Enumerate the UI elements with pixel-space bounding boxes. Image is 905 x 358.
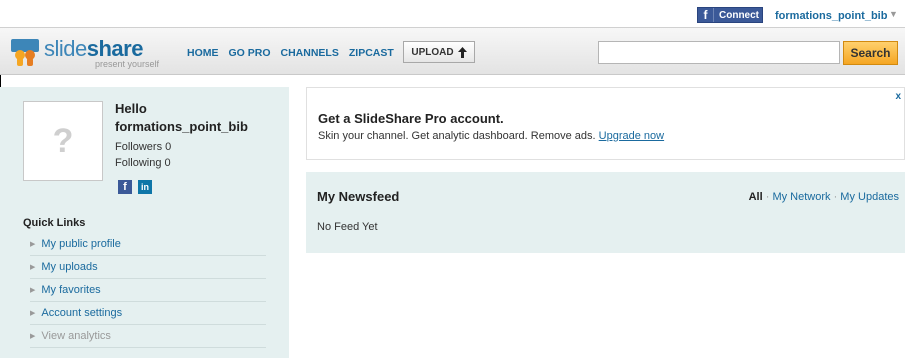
chevron-down-icon[interactable]: ▼ (889, 9, 898, 19)
linkedin-icon[interactable]: in (138, 180, 152, 194)
quick-link-account-settings[interactable]: ▶ Account settings (30, 302, 266, 325)
profile-username: formations_point_bib (115, 119, 248, 134)
search-input[interactable] (598, 41, 840, 64)
upgrade-now-link[interactable]: Upgrade now (599, 130, 664, 142)
quick-link-label: View analytics (41, 330, 111, 342)
slideshare-logo[interactable]: slideshare present yourself (10, 35, 176, 70)
quick-links-title: Quick Links (23, 217, 86, 229)
triangle-right-icon: ▶ (30, 310, 36, 317)
filter-my-updates[interactable]: My Updates (840, 191, 899, 203)
triangle-right-icon: ▶ (30, 264, 36, 271)
pro-promo-banner: x Get a SlideShare Pro account. Skin you… (306, 87, 905, 160)
facebook-icon[interactable]: f (118, 180, 132, 194)
upload-label: UPLOAD (411, 46, 454, 58)
quick-links-list: ▶ My public profile ▶ My uploads ▶ My favor… (30, 233, 266, 348)
filter-all[interactable]: All (749, 191, 763, 203)
upload-arrow-icon (457, 46, 467, 58)
quick-link-label: My favorites (41, 284, 101, 296)
triangle-right-icon: ▶ (30, 287, 36, 294)
upload-button[interactable]: UPLOAD (403, 41, 475, 63)
quick-link-public-profile[interactable]: ▶ My public profile (30, 233, 266, 256)
promo-description: Skin your channel. Get analytic dashboar… (318, 130, 664, 142)
newsfeed-panel: My Newsfeed All · My Network · My Update… (306, 172, 905, 253)
greeting: Hello (115, 101, 147, 116)
social-links: f in (118, 180, 152, 194)
quick-link-label: My uploads (41, 261, 98, 273)
newsfeed-title: My Newsfeed (317, 189, 400, 204)
promo-title: Get a SlideShare Pro account. (318, 111, 504, 126)
nav-channels[interactable]: CHANNELS (281, 47, 339, 59)
following-count[interactable]: Following 0 (115, 157, 171, 169)
triangle-right-icon: ▶ (30, 241, 36, 248)
slideshare-logo-icon (11, 39, 39, 66)
site-header: slideshare present yourself HOME GO PRO … (0, 27, 905, 75)
avatar[interactable]: ? (23, 101, 103, 181)
search-button[interactable]: Search (843, 41, 898, 65)
facebook-connect-button[interactable]: f Connect (697, 7, 763, 23)
quick-link-uploads[interactable]: ▶ My uploads (30, 256, 266, 279)
triangle-right-icon: ▶ (30, 333, 36, 340)
main-nav: HOME GO PRO CHANNELS ZIPCAST (187, 47, 394, 59)
filter-my-network[interactable]: My Network (772, 191, 830, 203)
quick-link-label: Account settings (41, 307, 123, 319)
quick-link-view-analytics[interactable]: ▶ View analytics (30, 325, 266, 348)
quick-link-favorites[interactable]: ▶ My favorites (30, 279, 266, 302)
top-bar: f Connect formations_point_bib ▼ (0, 0, 905, 27)
profile-sidebar: ? Hello formations_point_bib Followers 0… (0, 87, 289, 358)
nav-home[interactable]: HOME (187, 47, 219, 59)
logo-tagline: present yourself (95, 59, 160, 69)
newsfeed-empty-message: No Feed Yet (317, 221, 378, 233)
newsfeed-filters: All · My Network · My Updates (748, 191, 899, 203)
nav-zipcast[interactable]: ZIPCAST (349, 47, 394, 59)
close-icon[interactable]: x (895, 91, 901, 102)
facebook-icon: f (698, 8, 714, 22)
quick-link-label: My public profile (41, 238, 121, 250)
promo-desc-text: Skin your channel. Get analytic dashboar… (318, 130, 596, 142)
nav-go-pro[interactable]: GO PRO (229, 47, 271, 59)
followers-count[interactable]: Followers 0 (115, 141, 171, 153)
facebook-connect-label: Connect (719, 9, 759, 21)
account-menu-username[interactable]: formations_point_bib (775, 10, 887, 22)
